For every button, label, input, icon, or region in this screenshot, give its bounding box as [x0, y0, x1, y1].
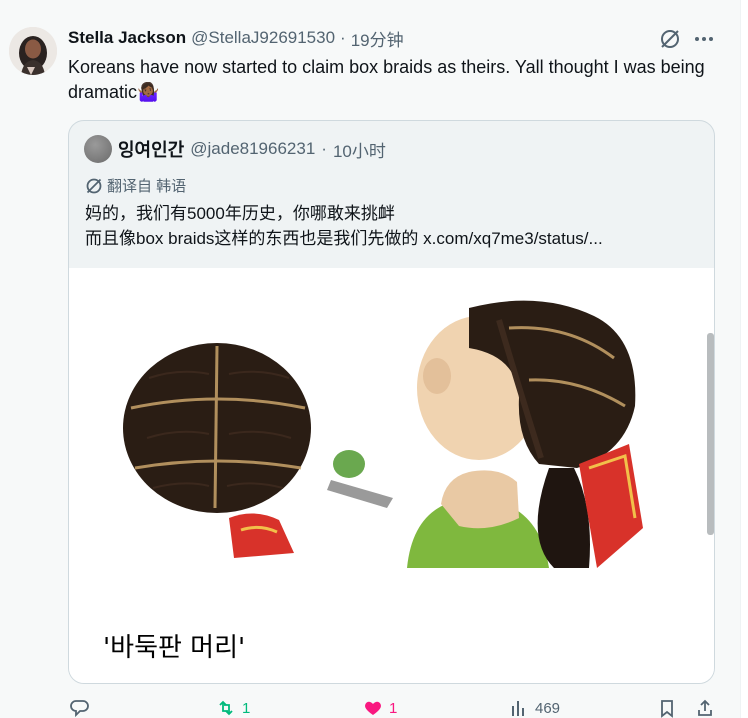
- scrollbar[interactable]: [707, 333, 714, 535]
- bookmark-button[interactable]: [657, 698, 677, 718]
- quote-separator-dot: ·: [321, 139, 327, 158]
- more-icon[interactable]: [693, 29, 715, 49]
- bookmark-icon: [661, 700, 673, 718]
- quote-timestamp[interactable]: 10小时: [333, 137, 386, 162]
- quote-user-handle[interactable]: @jade81966231: [190, 139, 315, 159]
- quote-text: 妈的，我们有5000年历史，你哪敢来挑衅 而且像box braids这样的东西也…: [85, 201, 695, 251]
- retweet-button[interactable]: 1: [216, 698, 250, 718]
- retweet-icon: [219, 700, 233, 716]
- translate-label: 翻译自 韩语: [107, 178, 187, 195]
- translated-from-label[interactable]: 翻译自 韩语: [85, 175, 186, 196]
- share-icon: [698, 699, 712, 716]
- display-name[interactable]: Stella Jackson: [68, 28, 186, 48]
- quote-avatar[interactable]: [84, 135, 112, 163]
- quote-header: 잉여인간 @jade81966231 · 10小时: [84, 135, 386, 163]
- quote-link[interactable]: x.com/xq7me3/status/...: [423, 229, 603, 248]
- views-count: 469: [535, 699, 561, 717]
- tweet-article[interactable]: Stella Jackson @StellaJ92691530 · 19分钟 K…: [0, 0, 741, 718]
- tweet-text: Koreans have now started to claim box br…: [68, 57, 705, 102]
- translate-icon: [86, 178, 102, 193]
- tweet-actions: 1 1 469: [0, 698, 740, 718]
- quote-text-line: 妈的，我们有5000年历史，你哪敢来挑衅: [85, 204, 395, 223]
- retweet-count: 1: [242, 699, 251, 717]
- grok-icon[interactable]: [658, 27, 682, 51]
- heart-icon: [365, 701, 381, 715]
- views-icon: [512, 701, 524, 716]
- separator-dot: ·: [340, 28, 346, 47]
- tweet-header: Stella Jackson @StellaJ92691530 · 19分钟: [68, 26, 404, 51]
- reply-button[interactable]: [70, 698, 96, 718]
- like-count: 1: [389, 699, 398, 717]
- quote-text-line: 而且像box braids这样的东西也是我们先做的 x.com/xq7me3/s…: [85, 226, 695, 251]
- media-caption: '바둑판 머리': [103, 633, 245, 663]
- quote-text-segment: 而且像box braids这样的东西也是我们先做的: [85, 229, 424, 248]
- like-button[interactable]: 1: [363, 698, 397, 718]
- user-handle[interactable]: @StellaJ92691530: [191, 28, 335, 48]
- views-button[interactable]: 469: [509, 698, 560, 718]
- quote-media-image[interactable]: '바둑판 머리': [69, 268, 714, 683]
- avatar[interactable]: [9, 27, 57, 75]
- quoted-tweet[interactable]: 잉여인간 @jade81966231 · 10小时 翻译自 韩语 妈的，我们有5…: [68, 120, 715, 684]
- reply-icon: [70, 700, 89, 718]
- share-button[interactable]: [695, 698, 715, 718]
- timestamp[interactable]: 19分钟: [351, 26, 404, 51]
- quote-display-name[interactable]: 잉여인간: [118, 136, 184, 162]
